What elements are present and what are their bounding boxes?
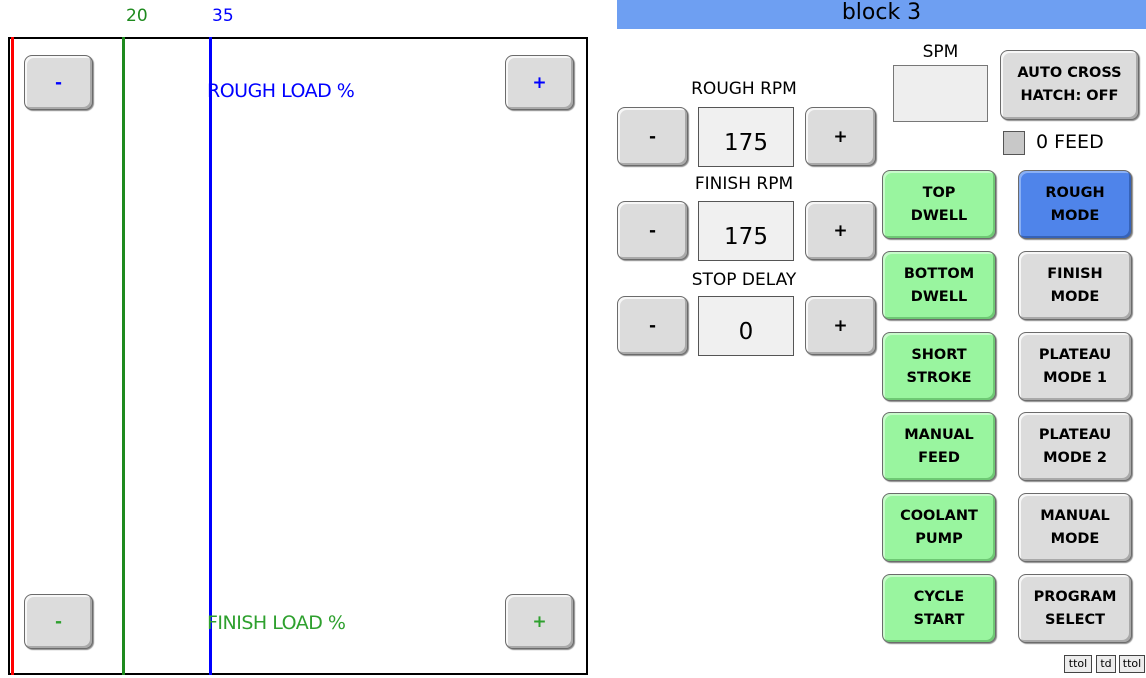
cycle-start-button[interactable]: CYCLE START: [882, 574, 996, 643]
finish-load-minus-button[interactable]: -: [24, 594, 93, 649]
plateau-mode-2-button[interactable]: PLATEAU MODE 2: [1018, 412, 1132, 481]
rough-mode-label: ROUGH MODE: [1045, 184, 1105, 224]
finish-mode-label: FINISH MODE: [1047, 265, 1103, 305]
bottom-dwell-button[interactable]: BOTTOM DWELL: [882, 251, 996, 320]
finish-rpm-value: 175: [698, 201, 794, 261]
rough-rpm-label: ROUGH RPM: [691, 79, 797, 99]
cycle-start-label: CYCLE START: [913, 588, 965, 628]
manual-mode-button[interactable]: MANUAL MODE: [1018, 493, 1132, 562]
manual-mode-label: MANUAL MODE: [1040, 507, 1110, 547]
stop-delay-plus-label: +: [833, 315, 848, 336]
footer-tag-1: ttol: [1064, 655, 1092, 673]
rough-load-plus-label: +: [532, 72, 547, 93]
short-stroke-button[interactable]: SHORT STROKE: [882, 332, 996, 401]
rough-load-plus-button[interactable]: +: [505, 55, 574, 110]
block-title: block 3: [617, 0, 1146, 29]
plateau-mode-1-label: PLATEAU MODE 1: [1038, 346, 1112, 386]
zero-feed-indicator: [1003, 131, 1025, 155]
rough-load-label: ROUGH LOAD %: [207, 80, 355, 102]
stop-delay-value: 0: [698, 296, 794, 356]
finish-rpm-plus-label: +: [833, 220, 848, 241]
blue-marker-label: 35: [212, 6, 234, 26]
plateau-mode-1-button[interactable]: PLATEAU MODE 1: [1018, 332, 1132, 401]
auto-cross-hatch-label: AUTO CROSS HATCH: OFF: [1017, 65, 1122, 104]
rough-rpm-plus-label: +: [833, 126, 848, 147]
program-select-button[interactable]: PROGRAM SELECT: [1018, 574, 1132, 643]
rough-rpm-minus-button[interactable]: -: [617, 107, 688, 166]
short-stroke-label: SHORT STROKE: [906, 346, 972, 386]
load-chart-frame: [8, 37, 588, 675]
top-dwell-label: TOP DWELL: [910, 184, 968, 224]
finish-rpm-label: FINISH RPM: [694, 174, 794, 194]
auto-cross-hatch-button[interactable]: AUTO CROSS HATCH: OFF: [1000, 50, 1139, 120]
manual-feed-button[interactable]: MANUAL FEED: [882, 412, 996, 481]
finish-load-label: FINISH LOAD %: [207, 612, 346, 634]
top-dwell-button[interactable]: TOP DWELL: [882, 170, 996, 239]
stop-delay-minus-button[interactable]: -: [617, 296, 688, 355]
finish-load-plus-label: +: [532, 611, 547, 632]
blue-rough-line: [209, 37, 212, 675]
rough-load-minus-button[interactable]: -: [24, 55, 93, 110]
finish-rpm-plus-button[interactable]: +: [805, 201, 876, 260]
green-marker-label: 20: [126, 6, 148, 26]
finish-load-minus-label: -: [54, 611, 63, 632]
rough-rpm-plus-button[interactable]: +: [805, 107, 876, 166]
manual-feed-label: MANUAL FEED: [904, 426, 974, 466]
rough-rpm-minus-label: -: [648, 126, 657, 147]
finish-load-plus-button[interactable]: +: [505, 594, 574, 649]
stop-delay-label: STOP DELAY: [691, 270, 797, 290]
finish-mode-button[interactable]: FINISH MODE: [1018, 251, 1132, 320]
spm-label: SPM: [922, 42, 959, 62]
rough-mode-button[interactable]: ROUGH MODE: [1018, 170, 1132, 239]
rough-rpm-value: 175: [698, 107, 794, 167]
finish-rpm-minus-button[interactable]: -: [617, 201, 688, 260]
finish-rpm-minus-label: -: [648, 220, 657, 241]
stop-delay-plus-button[interactable]: +: [805, 296, 876, 355]
green-finish-line: [122, 37, 125, 675]
program-select-label: PROGRAM SELECT: [1033, 588, 1117, 628]
stop-delay-minus-label: -: [648, 315, 657, 336]
rough-load-minus-label: -: [54, 72, 63, 93]
zero-feed-label: 0 FEED: [1036, 131, 1104, 153]
footer-tag-3: ttol: [1119, 655, 1145, 673]
plateau-mode-2-label: PLATEAU MODE 2: [1038, 426, 1112, 466]
red-limit-line: [11, 37, 14, 675]
coolant-pump-label: COOLANT PUMP: [900, 507, 978, 547]
footer-tag-2: td: [1096, 655, 1116, 673]
coolant-pump-button[interactable]: COOLANT PUMP: [882, 493, 996, 562]
bottom-dwell-label: BOTTOM DWELL: [903, 265, 975, 305]
spm-display: [893, 65, 988, 122]
